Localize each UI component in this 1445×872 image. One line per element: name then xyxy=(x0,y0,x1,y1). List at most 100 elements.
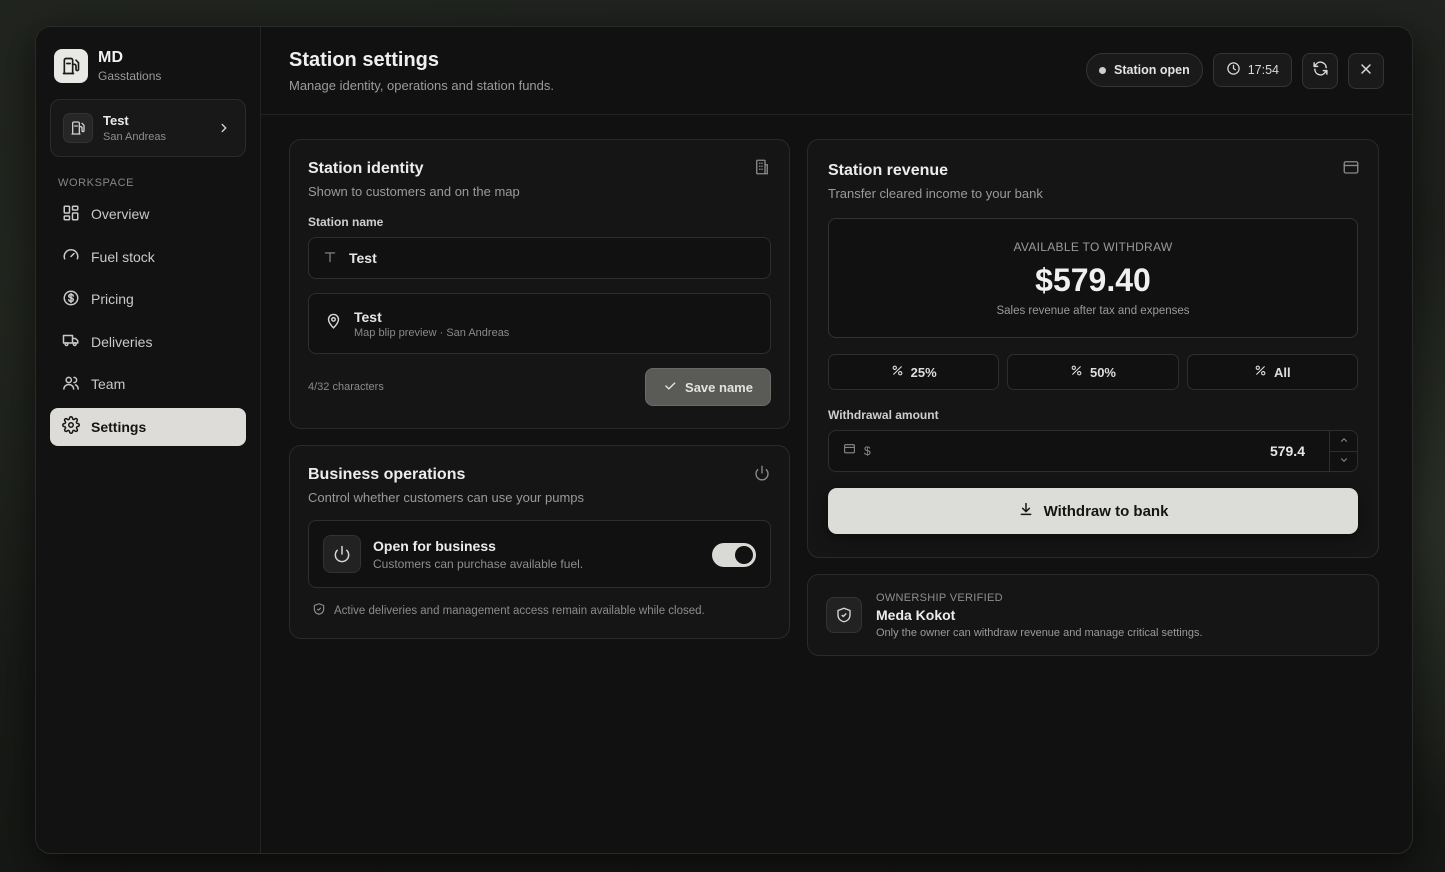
operations-note: Active deliveries and management access … xyxy=(308,602,771,619)
sidebar-nav: Overview Fuel stock Pricing Deliveries T… xyxy=(50,195,246,446)
station-identity-subtitle: Shown to customers and on the map xyxy=(308,184,520,199)
brand: MD Gasstations xyxy=(54,49,246,83)
fuel-pump-icon xyxy=(63,113,93,143)
sidebar-item-label: Settings xyxy=(91,418,147,435)
sidebar-item-overview[interactable]: Overview xyxy=(50,195,246,233)
app-window: MD Gasstations Test San Andreas WORKSPAC… xyxy=(35,26,1413,854)
dollar-icon xyxy=(62,289,80,310)
percent-50-button[interactable]: 50% xyxy=(1007,354,1179,390)
percent-icon xyxy=(891,364,904,380)
refresh-icon xyxy=(1312,60,1329,82)
station-revenue-title: Station revenue xyxy=(828,162,949,179)
sidebar-section-label: WORKSPACE xyxy=(58,177,135,189)
percent-buttons: 25% 50% All xyxy=(828,354,1358,390)
save-name-button[interactable]: Save name xyxy=(645,368,771,406)
open-for-business-toggle[interactable] xyxy=(712,543,756,567)
available-amount: $579.40 xyxy=(1035,261,1151,298)
available-balance-box: AVAILABLE TO WITHDRAW $579.40 Sales reve… xyxy=(828,218,1358,338)
stepper-up-button[interactable] xyxy=(1330,431,1357,452)
save-name-label: Save name xyxy=(685,379,753,395)
refresh-button[interactable] xyxy=(1302,53,1338,89)
chevron-up-icon xyxy=(1339,432,1349,450)
sidebar: MD Gasstations Test San Andreas WORKSPAC… xyxy=(36,27,261,853)
text-icon xyxy=(323,250,337,267)
toggle-knob xyxy=(735,546,753,564)
close-button[interactable] xyxy=(1348,53,1384,89)
percent-label: All xyxy=(1274,364,1291,380)
power-icon xyxy=(323,535,361,573)
sidebar-item-deliveries[interactable]: Deliveries xyxy=(50,323,246,361)
station-revenue-card: Station revenue Transfer cleared income … xyxy=(807,139,1379,558)
percent-all-button[interactable]: All xyxy=(1186,354,1358,390)
building-icon xyxy=(753,158,771,181)
withdraw-label: Withdraw to bank xyxy=(1043,502,1169,520)
sidebar-item-pricing[interactable]: Pricing xyxy=(50,280,246,318)
withdraw-to-bank-button[interactable]: Withdraw to bank xyxy=(828,488,1358,534)
page-header: Station settings Manage identity, operat… xyxy=(261,27,1412,115)
station-revenue-subtitle: Transfer cleared income to your bank xyxy=(828,186,1043,201)
preview-subtitle: Map blip preview · San Andreas xyxy=(354,326,510,339)
station-switcher[interactable]: Test San Andreas xyxy=(50,99,246,157)
station-identity-title: Station identity xyxy=(308,160,424,177)
status-dot-icon xyxy=(1099,66,1107,74)
open-for-business-row: Open for business Customers can purchase… xyxy=(308,520,771,588)
open-for-business-subtitle: Customers can purchase available fuel. xyxy=(373,556,584,571)
check-icon xyxy=(663,379,677,396)
sidebar-item-label: Deliveries xyxy=(91,333,153,350)
withdrawal-amount-input[interactable]: $ 579.4 xyxy=(828,430,1358,472)
percent-icon xyxy=(1254,364,1267,380)
percent-label: 50% xyxy=(1089,364,1116,380)
sidebar-item-team[interactable]: Team xyxy=(50,365,246,403)
chevron-down-icon xyxy=(1339,452,1349,470)
station-name-value: Test xyxy=(349,250,377,266)
sidebar-item-fuel-stock[interactable]: Fuel stock xyxy=(50,238,246,276)
station-identity-card: Station identity Shown to customers and … xyxy=(289,139,790,429)
power-icon xyxy=(753,464,771,487)
preview-name: Test xyxy=(354,308,382,325)
percent-icon xyxy=(1070,364,1083,380)
character-count: 4/32 characters xyxy=(308,381,384,393)
fuel-pump-icon xyxy=(54,49,88,83)
users-icon xyxy=(62,374,80,395)
station-name-input[interactable]: Test xyxy=(308,237,771,279)
chevron-right-icon xyxy=(217,121,231,140)
business-operations-card: Business operations Control whether cust… xyxy=(289,445,790,639)
station-region: San Andreas xyxy=(103,131,166,143)
map-blip-preview: Test Map blip preview · San Andreas xyxy=(308,293,771,354)
sidebar-item-label: Overview xyxy=(91,206,150,222)
stepper-down-button[interactable] xyxy=(1330,452,1357,472)
sidebar-item-label: Fuel stock xyxy=(91,248,155,265)
amount-stepper xyxy=(1329,431,1357,471)
available-label: AVAILABLE TO WITHDRAW xyxy=(1013,239,1173,254)
withdrawal-amount-value: 579.4 xyxy=(1269,443,1305,459)
download-icon xyxy=(1018,501,1034,521)
percent-25-button[interactable]: 25% xyxy=(828,354,1000,390)
brand-subtitle: Gasstations xyxy=(98,69,162,83)
status-badge: Station open xyxy=(1086,53,1203,87)
sidebar-item-label: Pricing xyxy=(91,291,134,307)
map-pin-icon xyxy=(325,313,342,335)
open-for-business-title: Open for business xyxy=(373,537,496,554)
brand-title: MD xyxy=(98,49,124,66)
wallet-icon xyxy=(843,442,856,460)
gauge-icon xyxy=(62,246,80,267)
withdrawal-amount-label: Withdrawal amount xyxy=(828,408,939,422)
ownership-card: OWNERSHIP VERIFIED Meda Kokot Only the o… xyxy=(807,574,1379,656)
status-text: Station open xyxy=(1114,63,1190,77)
truck-icon xyxy=(62,331,80,352)
sidebar-item-settings[interactable]: Settings xyxy=(50,407,246,446)
station-name: Test xyxy=(103,113,129,128)
operations-note-text: Active deliveries and management access … xyxy=(334,604,705,617)
grid-icon xyxy=(62,204,80,225)
business-operations-title: Business operations xyxy=(308,466,466,483)
ownership-subtitle: Only the owner can withdraw revenue and … xyxy=(876,626,1203,639)
clock-display: 17:54 xyxy=(1212,53,1292,87)
shield-icon xyxy=(312,602,326,619)
clock-time: 17:54 xyxy=(1247,63,1279,77)
gear-icon xyxy=(62,416,80,437)
header-actions: Station open 17:54 xyxy=(1086,53,1384,89)
ownership-label: OWNERSHIP VERIFIED xyxy=(876,591,1003,604)
clock-icon xyxy=(1226,61,1241,79)
sidebar-item-label: Team xyxy=(91,376,126,392)
percent-label: 25% xyxy=(910,364,937,380)
